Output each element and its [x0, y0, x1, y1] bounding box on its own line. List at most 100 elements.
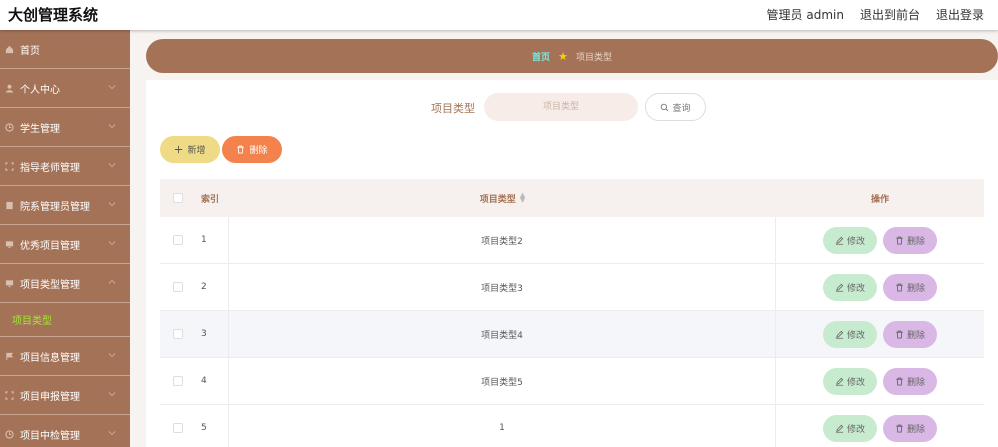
row-checkbox[interactable] [172, 376, 183, 386]
scan-icon [4, 161, 14, 171]
scan-icon [4, 390, 14, 400]
content-card: 项目类型 查询 新增 删除 索引 项目类型 ▲▼ 操作 [146, 80, 998, 447]
row-project-type: 项目类型2 [229, 217, 776, 263]
sidebar-item-advisor-management[interactable]: 指导老师管理 [0, 147, 130, 186]
sidebar-item-student-management[interactable]: 学生管理 [0, 108, 130, 147]
breadcrumb-home[interactable]: 首页 [532, 50, 550, 63]
edit-icon [835, 330, 844, 339]
sidebar-item-label: 学生管理 [20, 123, 60, 135]
delete-button-label: 删除 [906, 236, 925, 247]
delete-button[interactable]: 删除 [883, 320, 937, 348]
sort-icon[interactable]: ▲ ▼ [520, 192, 525, 204]
chevron-down-icon [108, 163, 116, 168]
edit-icon [835, 236, 844, 245]
row-index: 5 [195, 405, 229, 447]
edit-button-label: 修改 [846, 283, 865, 294]
trash-icon [237, 145, 245, 154]
app-title: 大创管理系统 [8, 6, 99, 24]
sidebar-item-label: 项目申报管理 [20, 391, 80, 403]
sidebar-item-personal-center[interactable]: 个人中心 [0, 69, 130, 108]
top-bar: 大创管理系统 管理员 admin 退出到前台 退出登录 [0, 0, 998, 30]
table-row: 2 项目类型3 修改 删除 [160, 264, 984, 311]
select-all-checkbox[interactable] [172, 193, 183, 203]
delete-button[interactable]: 删除 [883, 414, 937, 442]
sidebar-item-home[interactable]: 首页 [0, 30, 130, 69]
sidebar-item-label: 项目类型管理 [20, 279, 80, 291]
row-index: 3 [195, 311, 229, 357]
sidebar-item-label: 优秀项目管理 [20, 240, 80, 252]
row-checkbox[interactable] [172, 423, 183, 433]
edit-button[interactable]: 修改 [823, 273, 877, 301]
project-type-table: 索引 项目类型 ▲ ▼ 操作 1 项目类型2 修改 删除 2 项目类型3 修改 … [160, 179, 984, 447]
edit-button-label: 修改 [846, 377, 865, 388]
table-row: 5 1 修改 删除 [160, 405, 984, 447]
sidebar-item-project-application-management[interactable]: 项目申报管理 [0, 376, 130, 415]
delete-button-label: 删除 [906, 283, 925, 294]
header-ops: 操作 [870, 194, 889, 205]
row-project-type: 1 [229, 405, 776, 447]
delete-button[interactable]: 删除 [883, 226, 937, 254]
edit-icon [835, 424, 844, 433]
sidebar-item-project-info-management[interactable]: 项目信息管理 [0, 337, 130, 376]
sidebar-item-label: 个人中心 [20, 84, 60, 96]
chevron-down-icon [108, 124, 116, 129]
delete-button[interactable]: 删除 [883, 367, 937, 395]
sidebar-item-label: 指导老师管理 [20, 162, 80, 174]
row-project-type: 项目类型4 [229, 311, 776, 357]
plus-icon [175, 145, 183, 154]
table-row: 4 项目类型5 修改 删除 [160, 358, 984, 405]
edit-icon [835, 377, 844, 386]
chevron-down-icon [108, 392, 116, 397]
sidebar: 首页 个人中心 学生管理 指导老师管理 院系管理员管理 优秀项目管理 项目类型管… [0, 30, 130, 447]
chevron-down-icon [108, 353, 116, 358]
chevron-down-icon [108, 85, 116, 90]
delete-button-label: 删除 [906, 377, 925, 388]
sidebar-item-project-type-management[interactable]: 项目类型管理 [0, 264, 130, 303]
home-icon [4, 45, 14, 54]
row-checkbox[interactable] [172, 329, 183, 339]
chevron-down-icon [108, 241, 116, 246]
edit-button[interactable]: 修改 [823, 226, 877, 254]
edit-button[interactable]: 修改 [823, 320, 877, 348]
table-row: 1 项目类型2 修改 删除 [160, 217, 984, 264]
logout-link[interactable]: 退出登录 [936, 6, 984, 23]
edit-button-label: 修改 [846, 424, 865, 435]
monitor-icon [4, 240, 14, 249]
row-project-type: 项目类型3 [229, 264, 776, 310]
sidebar-item-project-midterm-management[interactable]: 项目中检管理 [0, 415, 130, 447]
sidebar-item-department-admin-management[interactable]: 院系管理员管理 [0, 186, 130, 225]
main-content: 首页 ★ 项目类型 项目类型 查询 新增 删除 索引 项目类型 ▲▼ [130, 30, 998, 447]
header-project-type-label: 项目类型 [479, 194, 516, 205]
top-links: 管理员 admin 退出到前台 退出登录 [767, 6, 984, 23]
search-label: 项目类型 [431, 102, 475, 115]
admin-user-link[interactable]: 管理员 admin [767, 6, 844, 23]
delete-button[interactable]: 删除 [883, 273, 937, 301]
row-checkbox[interactable] [172, 235, 183, 245]
add-button[interactable]: 新增 [160, 136, 220, 163]
header-index: 索引 [201, 194, 220, 205]
edit-button[interactable]: 修改 [823, 367, 877, 395]
doc-icon [4, 201, 14, 210]
add-button-label: 新增 [187, 146, 206, 156]
row-index: 1 [195, 217, 229, 263]
header-project-type[interactable]: 项目类型 ▲ ▼ [229, 179, 776, 217]
monitor-icon [4, 279, 14, 288]
clock-icon [4, 429, 14, 439]
flag-icon [4, 352, 14, 361]
sidebar-item-excellent-project-management[interactable]: 优秀项目管理 [0, 225, 130, 264]
edit-button-label: 修改 [846, 330, 865, 341]
edit-button[interactable]: 修改 [823, 414, 877, 442]
row-index: 2 [195, 264, 229, 310]
delete-button-label: 删除 [906, 424, 925, 435]
sidebar-item-label: 首页 [20, 45, 40, 57]
project-type-search-input[interactable] [484, 93, 638, 121]
batch-delete-button[interactable]: 删除 [222, 136, 282, 163]
row-checkbox[interactable] [172, 282, 183, 292]
edit-icon [835, 283, 844, 292]
batch-delete-button-label: 删除 [249, 146, 268, 156]
table-row: 3 项目类型4 修改 删除 [160, 311, 984, 358]
query-button[interactable]: 查询 [645, 93, 706, 121]
sidebar-subitem-project-type[interactable]: 项目类型 [0, 303, 130, 337]
search-icon [661, 103, 669, 111]
exit-to-front-link[interactable]: 退出到前台 [860, 6, 920, 23]
